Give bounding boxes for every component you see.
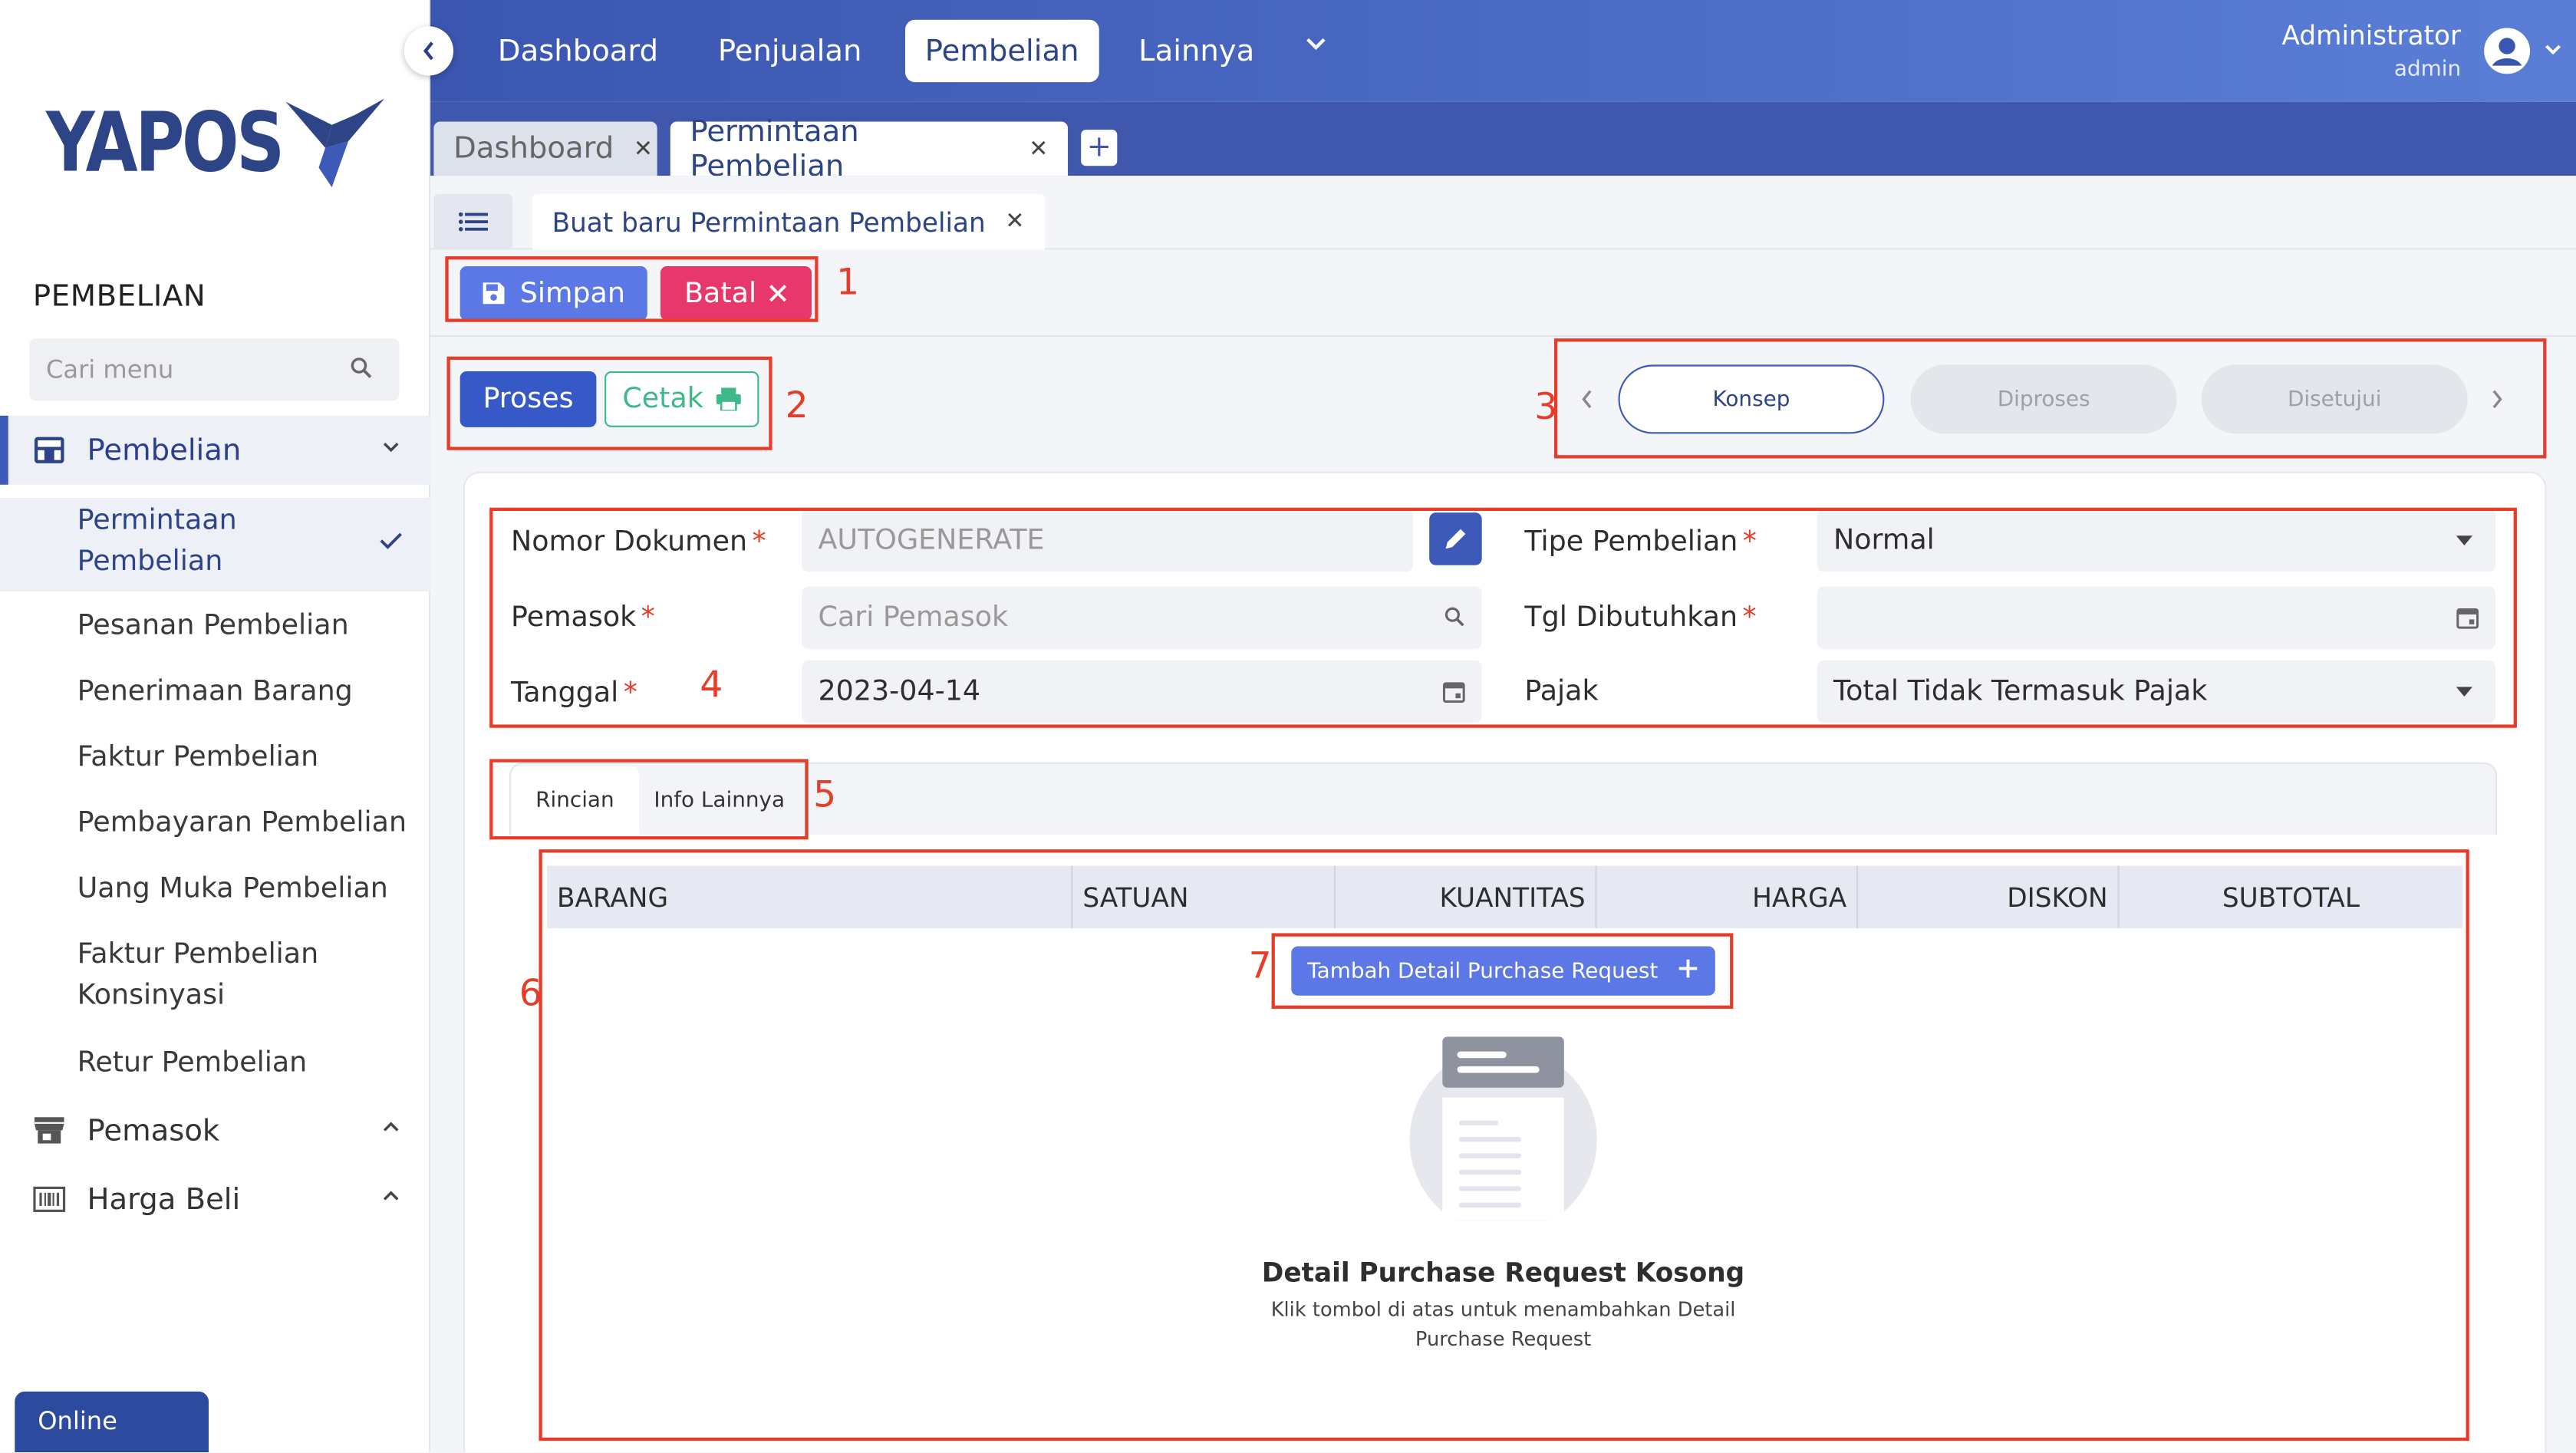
sidebar-group-pemasok[interactable]: Pemasok (0, 1096, 430, 1165)
sidebar-item-uang-muka-pembelian[interactable]: Uang Muka Pembelian (0, 869, 430, 911)
chevron-left-icon (423, 41, 433, 61)
tab-permintaan-pembelian[interactable]: Permintaan Pembelian ✕ (670, 114, 1069, 183)
annotation-label-2: 2 (785, 386, 809, 427)
close-icon[interactable]: ✕ (634, 136, 653, 162)
sidebar-group-pembelian[interactable]: Pembelian (0, 415, 431, 485)
sidebar-item-label: Pembayaran Pembelian (77, 806, 407, 840)
sub-tab-strip: Buat baru Permintaan Pembelian ✕ (430, 176, 2576, 250)
topnav-lainnya[interactable]: Lainnya (1118, 20, 1274, 82)
sidebar-group-harga-beli[interactable]: Harga Beli (0, 1165, 430, 1234)
annotation-box-6 (539, 849, 2469, 1441)
sidebar-item-label: Pesanan Pembelian (77, 609, 349, 643)
sidebar-item-penerimaan-barang[interactable]: Penerimaan Barang (0, 672, 430, 713)
annotation-label-5: 5 (813, 775, 837, 817)
annotation-box-4 (489, 507, 2517, 728)
list-icon (458, 212, 489, 232)
chevron-down-icon[interactable] (381, 440, 401, 453)
annotation-label-4: 4 (700, 665, 723, 707)
subtab-label: Buat baru Permintaan Pembelian (552, 206, 986, 238)
search-icon[interactable] (350, 357, 373, 380)
tab-label: Permintaan Pembelian (690, 114, 859, 183)
sidebar-section-title: PEMBELIAN (32, 279, 206, 315)
sidebar-group-label: Pembelian (87, 433, 242, 468)
topnav-pembelian[interactable]: Pembelian (905, 19, 1099, 83)
sidebar-item-label: Faktur Pembelian Konsinyasi (77, 937, 319, 1013)
sidebar: YAPOS PEMBELIAN Pembelian Permintaan Pem… (0, 0, 431, 1453)
close-icon[interactable]: ✕ (1029, 136, 1048, 162)
chevron-up-icon[interactable] (381, 1190, 401, 1203)
barcode-icon (33, 1183, 66, 1216)
tab-dashboard[interactable]: Dashboard ✕ (433, 121, 657, 176)
menu-search-input[interactable] (45, 354, 342, 385)
online-status-badge[interactable]: Online (15, 1391, 209, 1453)
topnav-penjualan[interactable]: Penjualan (698, 20, 881, 82)
sidebar-item-label: Uang Muka Pembelian (77, 872, 388, 906)
topnav-dashboard[interactable]: Dashboard (478, 20, 678, 82)
sidebar-item-faktur-pembelian-konsinyasi[interactable]: Faktur Pembelian Konsinyasi (0, 935, 430, 1017)
check-icon (380, 532, 402, 549)
app-logo[interactable]: YAPOS (46, 85, 391, 200)
annotation-label-1: 1 (836, 262, 860, 305)
sidebar-item-retur-pembelian[interactable]: Retur Pembelian (0, 1043, 430, 1085)
tab-label: Dashboard (453, 131, 614, 166)
annotation-box-3 (1553, 338, 2547, 459)
annotation-box-2 (446, 356, 772, 450)
sidebar-item-label: Permintaan Pembelian (77, 504, 237, 578)
annotation-label-6: 6 (519, 974, 542, 1016)
user-name: Administrator (2281, 19, 2462, 51)
logo-text: YAPOS (45, 95, 285, 191)
sidebar-collapse-button[interactable] (404, 26, 454, 76)
chevron-down-icon[interactable] (2543, 43, 2563, 56)
top-navbar: Dashboard Penjualan Pembelian Lainnya Ad… (430, 0, 2576, 102)
inbox-icon (33, 433, 66, 466)
user-role: admin (2393, 57, 2462, 83)
sidebar-group-label: Harga Beli (87, 1181, 241, 1217)
add-tab-button[interactable]: + (1081, 130, 1118, 166)
store-icon (33, 1114, 66, 1147)
menu-search[interactable] (29, 338, 400, 401)
subtab-create-request[interactable]: Buat baru Permintaan Pembelian ✕ (532, 193, 1045, 250)
sidebar-item-pembayaran-pembelian[interactable]: Pembayaran Pembelian (0, 803, 430, 845)
sidebar-item-label: Faktur Pembelian (77, 740, 319, 774)
sidebar-item-label: Retur Pembelian (77, 1046, 308, 1080)
sidebar-item-faktur-pembelian[interactable]: Faktur Pembelian (0, 738, 430, 779)
list-view-button[interactable] (433, 193, 513, 250)
workspace-tabbar: Dashboard ✕ Permintaan Pembelian ✕ + (430, 101, 2576, 183)
bird-logo-icon (285, 98, 385, 188)
sidebar-item-permintaan-pembelian[interactable]: Permintaan Pembelian (0, 497, 431, 591)
close-icon[interactable]: ✕ (1005, 209, 1024, 235)
sidebar-group-label: Pemasok (87, 1112, 220, 1148)
annotation-box-1 (445, 256, 819, 322)
annotation-label-3: 3 (1534, 387, 1558, 429)
sidebar-item-label: Penerimaan Barang (77, 675, 353, 709)
chevron-down-icon[interactable] (1304, 36, 1327, 52)
sidebar-item-pesanan-pembelian[interactable]: Pesanan Pembelian (0, 606, 430, 647)
chevron-up-icon[interactable] (381, 1121, 401, 1134)
user-avatar-icon[interactable] (2484, 28, 2531, 74)
annotation-box-5 (489, 759, 809, 840)
